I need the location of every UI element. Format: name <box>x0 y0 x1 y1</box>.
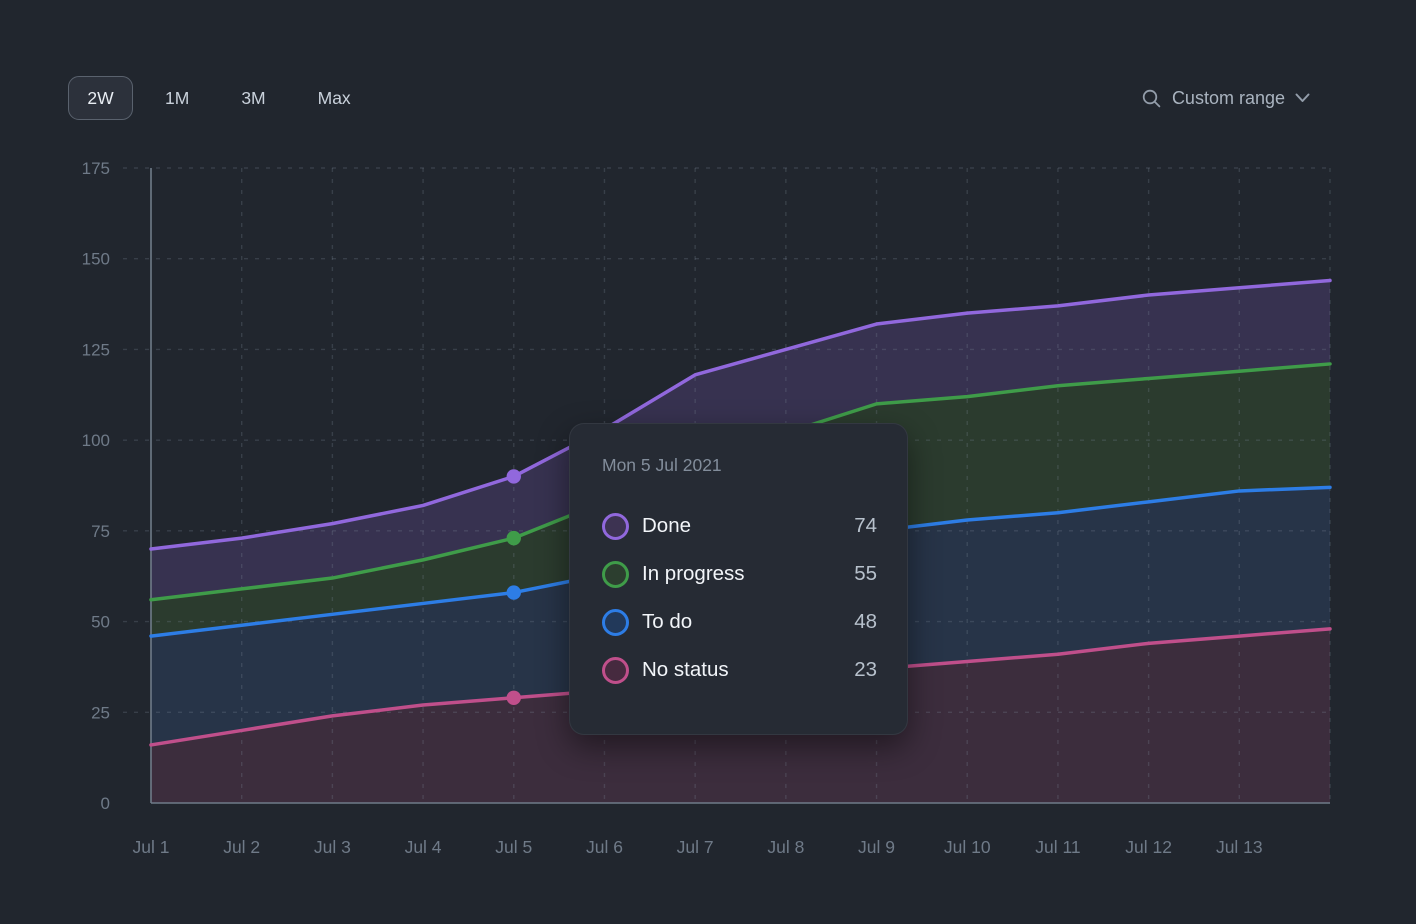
x-tick-label: Jul 1 <box>133 837 170 857</box>
y-tick-label: 125 <box>82 340 110 359</box>
tooltip-series-value: 48 <box>854 610 877 634</box>
to-do-ring-icon <box>602 609 629 636</box>
x-tick-label: Jul 4 <box>405 837 442 857</box>
x-tick-label: Jul 5 <box>495 837 532 857</box>
x-tick-label: Jul 7 <box>677 837 714 857</box>
tooltip-series-value: 74 <box>854 514 877 538</box>
tooltip-row-to-do: To do 48 <box>602 598 877 646</box>
x-tick-label: Jul 11 <box>1035 837 1080 857</box>
y-tick-label: 150 <box>82 250 110 269</box>
chart-tooltip: Mon 5 Jul 2021 Done 74 In progress 55 To… <box>569 423 908 735</box>
marker-no-status[interactable] <box>507 691 521 705</box>
x-tick-label: Jul 13 <box>1216 837 1263 857</box>
x-tick-label: Jul 3 <box>314 837 351 857</box>
x-tick-label: Jul 10 <box>944 837 991 857</box>
tooltip-row-done: Done 74 <box>602 502 877 550</box>
marker-done[interactable] <box>507 469 521 483</box>
tooltip-date: Mon 5 Jul 2021 <box>602 453 877 477</box>
y-tick-label: 100 <box>82 431 110 450</box>
x-tick-label: Jul 8 <box>767 837 804 857</box>
y-tick-label: 75 <box>91 522 110 541</box>
tooltip-series-value: 55 <box>854 562 877 586</box>
tooltip-row-no-status: No status 23 <box>602 646 877 694</box>
x-tick-label: Jul 2 <box>223 837 260 857</box>
in-progress-ring-icon <box>602 561 629 588</box>
tooltip-series-value: 23 <box>854 658 877 682</box>
y-tick-label: 25 <box>91 703 110 722</box>
x-tick-label: Jul 12 <box>1125 837 1172 857</box>
tooltip-row-in-progress: In progress 55 <box>602 550 877 598</box>
tooltip-series-label: To do <box>642 610 692 634</box>
no-status-ring-icon <box>602 657 629 684</box>
marker-to-do[interactable] <box>507 585 521 599</box>
tooltip-series-label: No status <box>642 658 729 682</box>
done-ring-icon <box>602 513 629 540</box>
y-tick-label: 0 <box>101 794 110 813</box>
tooltip-series-label: In progress <box>642 562 745 586</box>
insights-panel: 2W 1M 3M Max Custom range 02550751001251… <box>0 0 1416 924</box>
y-tick-label: 50 <box>91 613 110 632</box>
x-tick-label: Jul 9 <box>858 837 895 857</box>
x-tick-label: Jul 6 <box>586 837 623 857</box>
tooltip-series-label: Done <box>642 514 691 538</box>
marker-in-progress[interactable] <box>507 531 521 545</box>
y-tick-label: 175 <box>82 159 110 178</box>
